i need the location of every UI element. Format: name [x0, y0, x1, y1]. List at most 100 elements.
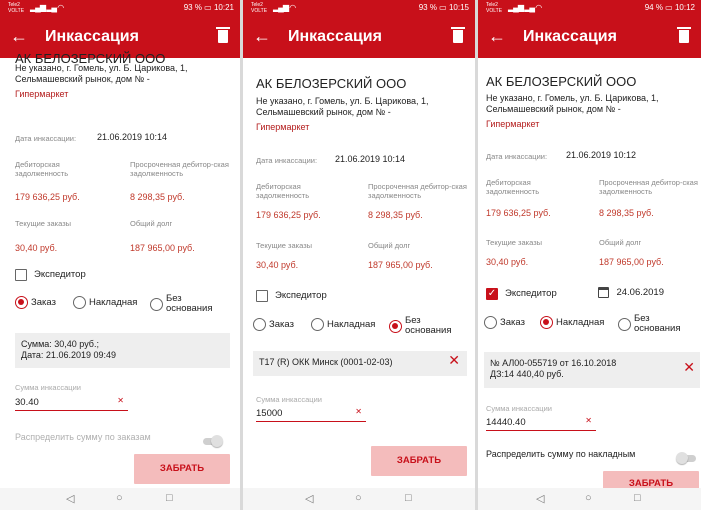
checkbox-box[interactable] — [15, 268, 27, 281]
amount-label: Сумма инкассации — [15, 383, 81, 392]
forwarder-checkbox[interactable]: Экспедитор — [256, 287, 327, 305]
calendar-icon[interactable] — [598, 287, 609, 299]
current-orders-label: Текущие заказы — [486, 238, 543, 247]
collection-date[interactable]: 21.06.2019 10:12 — [566, 150, 636, 160]
collection-date[interactable]: 21.06.2019 10:14 — [97, 132, 167, 142]
back-arrow-icon[interactable]: ← — [253, 26, 271, 47]
nav-recents-icon[interactable]: □ — [405, 492, 412, 504]
page-title: Инкассация — [288, 28, 382, 45]
nav-back-icon[interactable]: ◁ — [66, 492, 74, 505]
carrier-label: Tele2 VOLTE — [8, 2, 25, 14]
radio-invoice[interactable]: Накладная — [73, 294, 137, 312]
radio-order[interactable]: Заказ — [15, 294, 56, 312]
distribute-toggle[interactable] — [676, 450, 696, 468]
screen-3: Tele2 VOLTE ▂▄▆ ▂▄ ◠ 94 % ▭ 10:12 ← Инка… — [478, 0, 701, 510]
delete-icon[interactable] — [451, 27, 465, 43]
radio-none-icon[interactable] — [389, 319, 402, 333]
receivable-label: Дебиторская задолженность — [15, 160, 69, 178]
status-bar: Tele2 VOLTE ▂▄▆ ◠ 93 % ▭ 10:15 — [243, 0, 475, 17]
radio-order[interactable]: Заказ — [484, 314, 525, 332]
store-type: Гипермаркет — [15, 89, 69, 99]
checkbox-checked-icon[interactable]: ✓ — [486, 287, 498, 300]
radio-none-icon[interactable] — [150, 297, 163, 311]
forwarder-checkbox[interactable]: Экспедитор — [15, 266, 86, 284]
checkbox-box[interactable] — [256, 289, 268, 302]
collection-date[interactable]: 21.06.2019 10:14 — [335, 154, 405, 164]
radio-order[interactable]: Заказ — [253, 316, 294, 334]
distribute-label: Распределить сумму по заказам — [15, 432, 151, 442]
screen-2: Tele2 VOLTE ▂▄▆ ◠ 93 % ▭ 10:15 ← Инкасса… — [243, 0, 475, 510]
app-bar: ← Инкассация — [243, 17, 475, 58]
receivable-value: 179 636,25 руб. — [486, 208, 551, 218]
forwarder-checkbox[interactable]: ✓ Экспедитор — [486, 285, 557, 303]
remove-icon[interactable]: ✕ — [448, 353, 460, 367]
clock: 10:21 — [213, 3, 234, 12]
status-bar: Tele2 VOLTE ▂▄▆ ▂▄ ◠ 94 % ▭ 10:12 — [478, 0, 701, 17]
forwarder-label: Экспедитор — [275, 290, 327, 302]
forwarder-label: Экспедитор — [34, 269, 86, 281]
forwarder-label: Экспедитор — [505, 288, 557, 300]
radio-order-icon[interactable] — [484, 316, 497, 330]
radio-none-icon[interactable] — [618, 317, 631, 331]
remove-icon[interactable]: ✕ — [683, 360, 695, 374]
radio-invoice-icon[interactable] — [73, 296, 86, 310]
radio-none[interactable]: Без основания — [150, 294, 221, 314]
nav-home-icon[interactable]: ○ — [355, 492, 362, 504]
radio-order-icon[interactable] — [253, 318, 266, 332]
nav-recents-icon[interactable]: □ — [166, 492, 173, 504]
clear-icon[interactable]: ✕ — [585, 416, 592, 425]
amount-value: 15000 — [256, 408, 283, 419]
nav-home-icon[interactable]: ○ — [116, 492, 123, 504]
radio-order-icon[interactable] — [15, 296, 28, 310]
radio-none[interactable]: Без основания — [389, 316, 460, 336]
radio-invoice-icon[interactable] — [311, 318, 324, 332]
address: Не указано, г. Гомель, ул. Б. Царикова, … — [15, 63, 188, 84]
radio-invoice-icon[interactable] — [540, 316, 553, 330]
total-debt-value: 187 965,00 руб. — [130, 243, 195, 253]
forwarder-date: 24.06.2019 — [616, 287, 664, 299]
toggle-knob — [676, 452, 688, 465]
delete-icon[interactable] — [216, 27, 230, 43]
amount-input[interactable]: 30.40 ✕ — [15, 394, 128, 411]
nav-back-icon[interactable]: ◁ — [536, 492, 544, 505]
clear-icon[interactable]: ✕ — [117, 396, 124, 405]
selected-order-box[interactable]: Сумма: 30,40 руб.; Дата: 21.06.2019 09:4… — [15, 333, 230, 368]
radio-invoice[interactable]: Накладная — [311, 316, 375, 334]
total-debt-label: Общий долг — [599, 238, 642, 247]
android-nav-bar: ◁ ○ □ — [243, 488, 475, 510]
take-button[interactable]: ЗАБРАТЬ — [134, 454, 230, 484]
total-debt-value: 187 965,00 руб. — [368, 260, 433, 270]
distribute-toggle[interactable] — [203, 433, 223, 451]
selected-order-box[interactable]: T17 (R) ОКК Минск (0001-02-03) ✕ — [253, 351, 467, 376]
radio-order-label: Заказ — [31, 297, 56, 309]
android-nav-bar: ◁ ○ □ — [0, 488, 240, 510]
android-nav-bar: ◁ ○ □ — [478, 488, 701, 510]
nav-home-icon[interactable]: ○ — [585, 492, 592, 504]
overdue-label: Просроченная дебитор-ская задолженность — [599, 178, 698, 196]
selected-invoice-box[interactable]: № АЛ00-055719 от 16.10.2018 ДЗ:14 440,40… — [484, 352, 700, 388]
receivable-value: 179 636,25 руб. — [256, 210, 321, 220]
delete-icon[interactable] — [677, 27, 691, 43]
app-bar: ← Инкассация — [478, 17, 701, 58]
radio-none[interactable]: Без основания — [618, 314, 689, 334]
forwarder-date-picker[interactable]: 24.06.2019 — [598, 284, 664, 302]
amount-input[interactable]: 15000 ✕ — [256, 405, 366, 422]
take-button[interactable]: ЗАБРАТЬ — [371, 446, 467, 476]
status-bar: Tele2 VOLTE ▂▄▆ ▂▄ ◠ 93 % ▭ 10:21 — [0, 0, 240, 17]
amount-input[interactable]: 14440.40 ✕ — [486, 414, 596, 431]
radio-invoice[interactable]: Накладная — [540, 314, 604, 332]
nav-back-icon[interactable]: ◁ — [305, 492, 313, 505]
total-debt-label: Общий долг — [368, 241, 411, 250]
page-title: Инкассация — [523, 28, 617, 45]
nav-recents-icon[interactable]: □ — [634, 492, 641, 504]
back-arrow-icon[interactable]: ← — [488, 26, 506, 47]
signal-icon: ▂▄▆ ▂▄ ◠ — [30, 3, 64, 12]
amount-label: Сумма инкассации — [256, 395, 322, 404]
back-arrow-icon[interactable]: ← — [10, 26, 28, 47]
amount-value: 30.40 — [15, 397, 39, 408]
page-title: Инкассация — [45, 28, 139, 45]
clear-icon[interactable]: ✕ — [355, 407, 362, 416]
info-line-1: Сумма: 30,40 руб.; — [21, 339, 99, 349]
battery-icon: ▭ — [204, 3, 212, 12]
current-orders-value: 30,40 руб. — [486, 257, 529, 267]
